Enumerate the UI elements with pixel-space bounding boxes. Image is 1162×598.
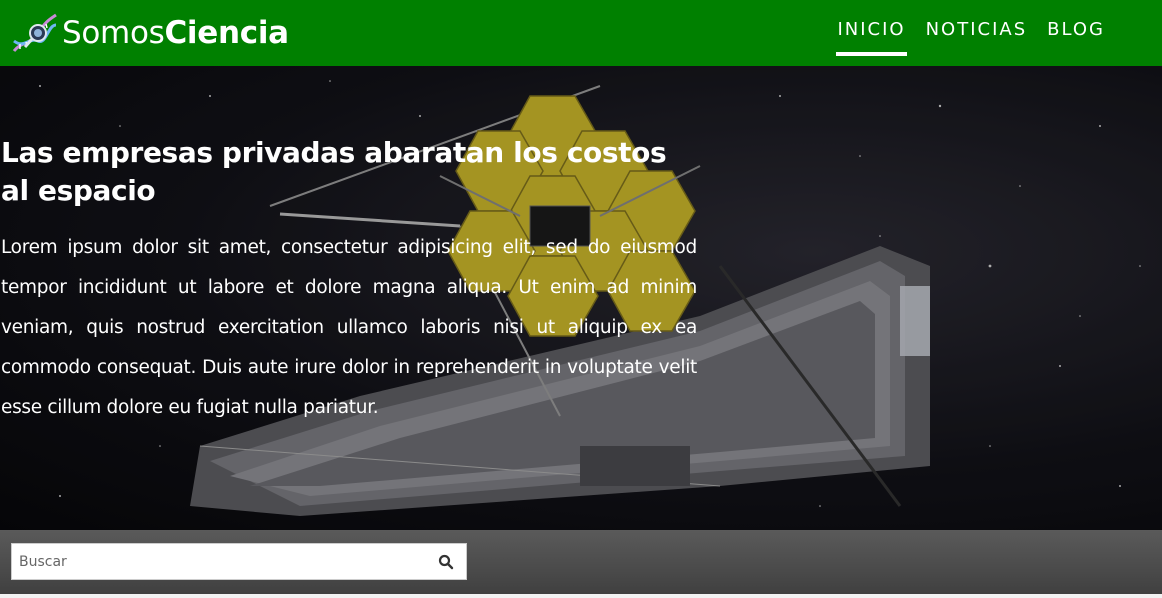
nav-item-noticias[interactable]: NOTICIAS (925, 0, 1029, 66)
search-icon (438, 554, 454, 569)
hero-banner: Las empresas privadas abaratan los costo… (0, 66, 1162, 530)
main-nav: INICIO NOTICIAS BLOG (818, 0, 1106, 66)
brand-name: SomosCiencia (62, 15, 289, 51)
brand-logo[interactable]: SomosCiencia (8, 0, 289, 66)
search-box (11, 543, 467, 580)
page-divider (0, 594, 1162, 598)
dna-microscope-logo-icon (12, 13, 57, 53)
search-button[interactable] (426, 544, 466, 579)
nav-item-inicio[interactable]: INICIO (836, 0, 907, 66)
brand-name-light: Somos (62, 15, 165, 51)
brand-name-bold: Ciencia (164, 15, 289, 51)
search-input[interactable] (12, 544, 426, 579)
search-bar-strip (0, 530, 1162, 598)
hero-title: Las empresas privadas abaratan los costo… (1, 136, 667, 207)
hero-body: Lorem ipsum dolor sit amet, consectetur … (1, 237, 697, 418)
site-header: SomosCiencia INICIO NOTICIAS BLOG (0, 0, 1162, 66)
nav-item-blog[interactable]: BLOG (1046, 0, 1106, 66)
